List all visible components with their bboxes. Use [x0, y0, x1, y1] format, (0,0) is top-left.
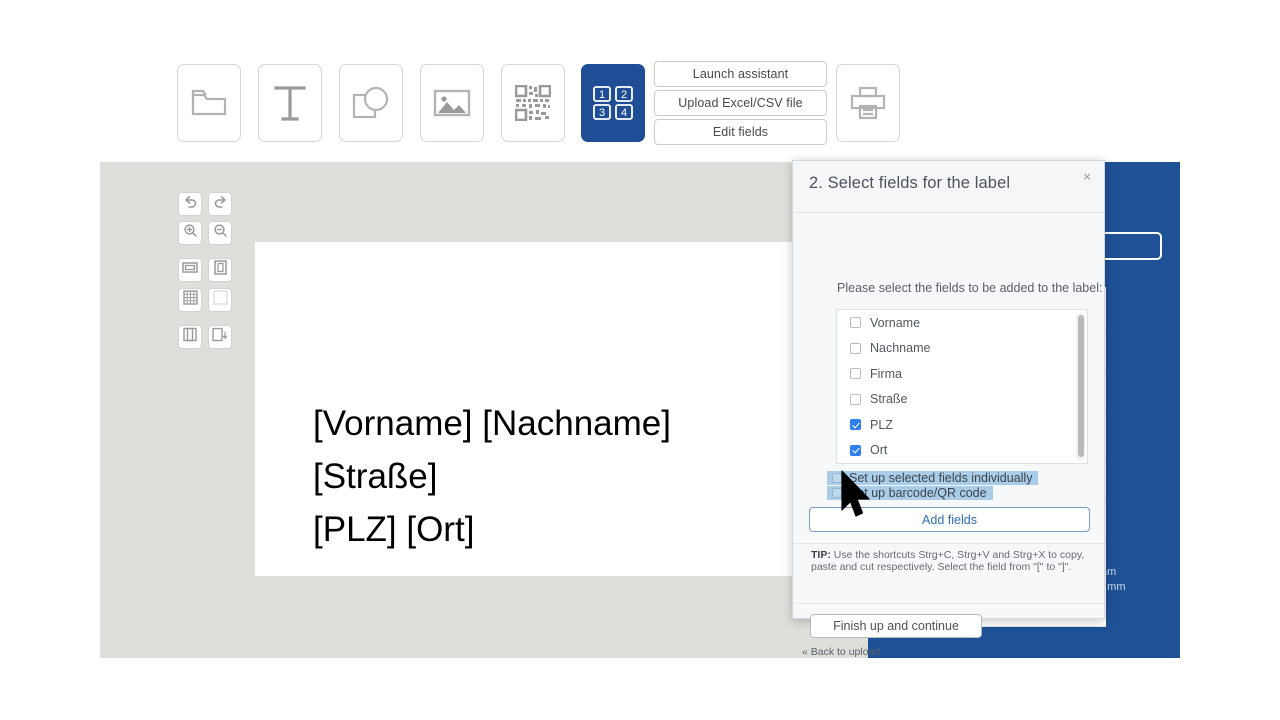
field-label: Nachname: [870, 341, 931, 356]
divider: [793, 603, 1104, 604]
option-label: Set up barcode/QR code: [849, 486, 987, 500]
close-icon[interactable]: ×: [1078, 167, 1096, 185]
field-checkbox[interactable]: [850, 368, 861, 380]
option-checkbox[interactable]: [832, 473, 842, 483]
tool-serial-numbers[interactable]: 1 2 3 4: [581, 64, 645, 142]
blank-page-button[interactable]: [208, 288, 232, 312]
qrcode-icon: [515, 85, 551, 121]
zoom-in-icon: [183, 223, 198, 243]
scrollbar-thumb[interactable]: [1077, 315, 1084, 457]
zoom-out-button[interactable]: [208, 221, 232, 245]
redo-icon: [213, 195, 228, 214]
zoom-in-button[interactable]: [178, 221, 202, 245]
dialog-title: 2. Select fields for the label: [809, 174, 1011, 192]
field-checkbox[interactable]: [850, 317, 861, 329]
list-item[interactable]: Straße: [837, 387, 1087, 413]
tip-body: Use the shortcuts Strg+C, Strg+V and Str…: [811, 549, 1085, 573]
label-field-placeholders[interactable]: [Vorname] [Nachname] [Straße] [PLZ] [Ort…: [313, 397, 671, 556]
field-checkbox[interactable]: [850, 419, 861, 431]
duplicate-page-button[interactable]: [178, 325, 202, 349]
blank-page-icon: [212, 290, 228, 310]
field-checkbox[interactable]: [850, 342, 861, 354]
tool-add-text[interactable]: [258, 64, 322, 142]
tip-prefix: TIP:: [811, 549, 831, 561]
svg-text:4: 4: [621, 107, 627, 119]
field-list[interactable]: Vorname Nachname Firma Straße PLZ Ort: [836, 309, 1088, 464]
text-icon: [273, 84, 307, 122]
image-icon: [433, 88, 471, 118]
duplicate-page-icon: [182, 327, 198, 347]
print-button[interactable]: [836, 64, 900, 142]
tool-open-project[interactable]: [177, 64, 241, 142]
grid-view-icon: [182, 290, 198, 310]
label-canvas[interactable]: [Vorname] [Nachname] [Straße] [PLZ] [Ort…: [255, 242, 875, 576]
list-item[interactable]: Vorname: [837, 310, 1087, 336]
dialog-header: 2. Select fields for the label ×: [793, 161, 1104, 213]
tip-text: TIP: Use the shortcuts Strg+C, Strg+V an…: [811, 549, 1089, 573]
printer-icon: [848, 86, 888, 120]
field-label: Firma: [870, 366, 902, 381]
tool-add-shape[interactable]: [339, 64, 403, 142]
add-fields-button[interactable]: Add fields: [809, 507, 1090, 532]
scrollbar[interactable]: [1076, 313, 1085, 461]
divider: [793, 543, 1104, 544]
folder-icon: [190, 88, 228, 118]
list-item[interactable]: PLZ: [837, 412, 1087, 438]
option-label: Set up selected fields individually: [849, 471, 1033, 485]
svg-text:1: 1: [599, 89, 605, 101]
undo-button[interactable]: [178, 192, 202, 216]
upload-excel-csv-button[interactable]: Upload Excel/CSV file: [654, 90, 827, 116]
svg-text:3: 3: [599, 107, 605, 119]
field-checkbox[interactable]: [850, 393, 861, 405]
next-page-icon: [212, 327, 228, 347]
edit-fields-button[interactable]: Edit fields: [654, 119, 827, 145]
grid-view-button[interactable]: [178, 288, 202, 312]
redo-button[interactable]: [208, 192, 232, 216]
list-item[interactable]: Firma: [837, 361, 1087, 387]
launch-assistant-button[interactable]: Launch assistant: [654, 61, 827, 87]
orientation-portrait-button[interactable]: [208, 258, 232, 282]
svg-text:2: 2: [621, 89, 627, 101]
field-checkbox[interactable]: [850, 444, 861, 456]
option-row-individual-fields[interactable]: Set up selected fields individually: [827, 471, 1039, 485]
undo-icon: [183, 195, 198, 214]
option-checkbox-group: Set up selected fields individually Set …: [827, 471, 1060, 500]
dialog-instruction: Please select the fields to be added to …: [837, 281, 1103, 295]
field-label: Straße: [870, 392, 908, 407]
back-to-upload-link[interactable]: « Back to upload: [802, 646, 880, 658]
serial-numbers-icon: 1 2 3 4: [591, 84, 635, 122]
select-fields-dialog: 2. Select fields for the label × Please …: [792, 160, 1105, 658]
option-checkbox[interactable]: [832, 488, 842, 498]
field-label: Vorname: [870, 315, 921, 330]
option-row-barcode-qr[interactable]: Set up barcode/QR code: [827, 486, 993, 500]
orientation-landscape-icon: [182, 261, 198, 279]
orientation-portrait-icon: [213, 260, 227, 280]
list-item[interactable]: Ort: [837, 438, 1087, 464]
field-label: PLZ: [870, 417, 893, 432]
finish-and-continue-button[interactable]: Finish up and continue: [810, 614, 982, 638]
tool-add-barcode[interactable]: [501, 64, 565, 142]
top-toolbar: 1 2 3 4 Launch assistant Upload Excel/CSV …: [0, 0, 1280, 162]
zoom-out-icon: [213, 223, 228, 243]
next-page-button[interactable]: [208, 325, 232, 349]
field-label: Ort: [870, 443, 888, 458]
list-item[interactable]: Nachname: [837, 336, 1087, 362]
shapes-icon: [352, 86, 390, 120]
orientation-landscape-button[interactable]: [178, 258, 202, 282]
tool-add-image[interactable]: [420, 64, 484, 142]
